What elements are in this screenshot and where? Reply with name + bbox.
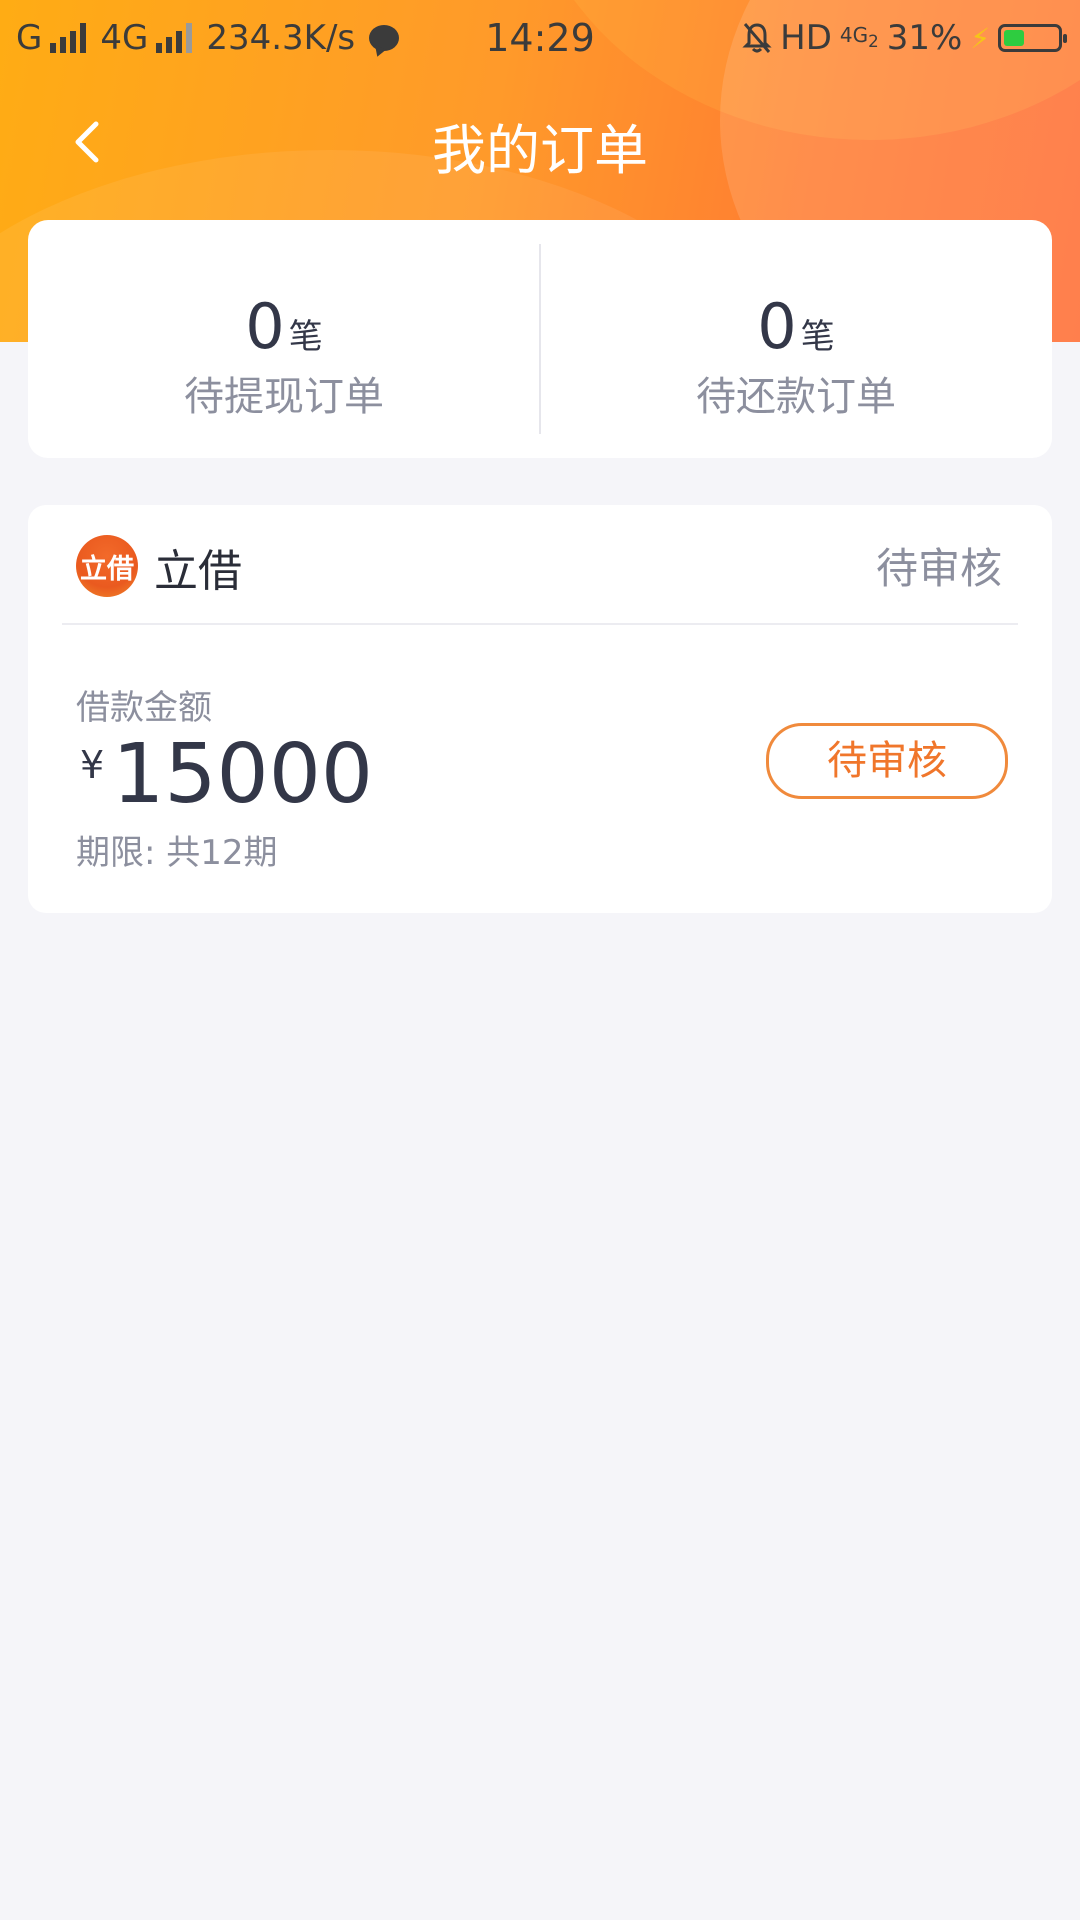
network-type-label: 4G2 [839,22,879,51]
page-title: 我的订单 [432,119,648,182]
order-summary-card: 0 笔 待提现订单 0 笔 待还款订单 [28,220,1052,458]
pending-repayment-count: 0 [757,290,797,363]
loan-amount-label: 借款金额 [76,688,212,728]
count-unit: 笔 [800,317,835,357]
battery-icon [998,24,1067,52]
pending-repayment-summary[interactable]: 0 笔 待还款订单 [540,220,1052,458]
hd-label: HD [780,18,832,58]
currency-symbol: ¥ [80,743,105,787]
product-logo: 立借 [76,535,138,597]
pending-withdrawal-summary[interactable]: 0 笔 待提现订单 [28,220,540,458]
product-name: 立借 [154,546,242,597]
order-card[interactable]: 立借 立借 待审核 借款金额 ¥ 15000 期限: 共12期 待审核 [28,505,1052,913]
order-status: 待审核 [875,544,1002,593]
count-unit: 笔 [288,317,323,357]
battery-percent: 31% [886,18,963,58]
navigation-bar: 我的订单 [0,96,1080,186]
review-status-button[interactable]: 待审核 [766,723,1008,799]
loan-amount: ¥ 15000 [80,727,373,823]
divider [62,623,1018,625]
pending-repayment-label: 待还款订单 [696,374,896,420]
pending-withdrawal-count: 0 [245,290,285,363]
pending-withdrawal-label: 待提现订单 [184,374,384,420]
charging-icon: ⚡ [970,21,990,55]
status-bar: G 4G 234.3K/s 14:29 HD 4G2 31% ⚡ [0,0,1080,76]
loan-amount-value: 15000 [112,727,374,822]
loan-period: 期限: 共12期 [76,833,278,873]
bell-off-icon [742,23,772,53]
